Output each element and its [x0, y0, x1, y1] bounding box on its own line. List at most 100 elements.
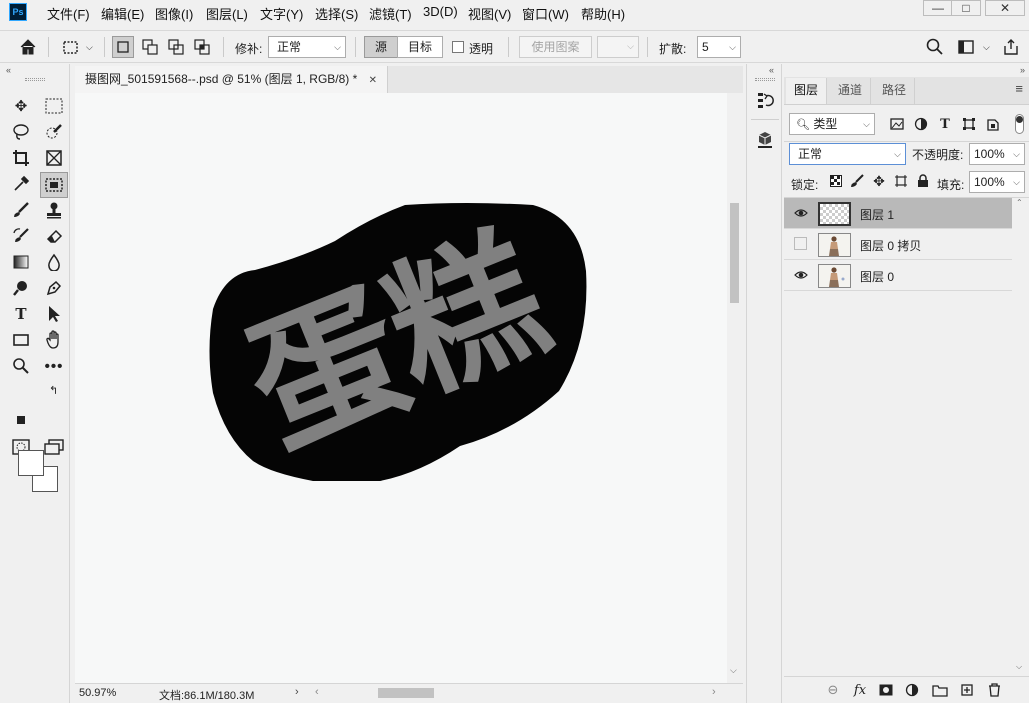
search-icon[interactable]: [924, 36, 946, 58]
link-layers-icon[interactable]: ⊖: [822, 679, 844, 701]
default-colors-icon[interactable]: [17, 416, 25, 424]
visibility-toggle-off[interactable]: [794, 237, 807, 250]
zoom-tool-icon[interactable]: [10, 355, 32, 377]
layer-row[interactable]: 图层 0 拷贝: [784, 229, 1012, 260]
visibility-eye-icon[interactable]: [794, 206, 808, 220]
chevron-down-icon[interactable]: ⌵: [983, 42, 990, 53]
fx-icon[interactable]: fx: [849, 679, 871, 701]
patch-tool-icon[interactable]: [40, 172, 68, 198]
intersect-selection-icon[interactable]: [191, 36, 213, 58]
lock-position-icon[interactable]: ✥: [868, 170, 890, 192]
add-selection-icon[interactable]: [139, 36, 161, 58]
document-tab[interactable]: 摄图网_501591568--.psd @ 51% (图层 1, RGB/8) …: [75, 66, 389, 93]
menu-view[interactable]: 视图(V): [468, 4, 511, 23]
grip-handle[interactable]: [25, 78, 45, 81]
zoom-level[interactable]: 50.97%: [79, 687, 116, 699]
lock-transparent-pixels-icon[interactable]: [825, 170, 847, 192]
filter-pixel-icon[interactable]: [886, 113, 908, 135]
filter-type-icon[interactable]: T: [934, 113, 956, 135]
history-panel-icon[interactable]: [754, 89, 776, 111]
3d-panel-icon[interactable]: [754, 128, 776, 150]
collapse-icon[interactable]: »: [1020, 65, 1025, 75]
grip-handle[interactable]: [755, 78, 775, 81]
lasso-tool-icon[interactable]: [10, 121, 32, 143]
filter-adjustment-icon[interactable]: [910, 113, 932, 135]
status-menu-arrow-icon[interactable]: ›: [295, 686, 299, 698]
rectangle-tool-icon[interactable]: [10, 329, 32, 351]
pattern-picker[interactable]: ⌵: [597, 36, 639, 58]
quick-selection-tool-icon[interactable]: [43, 121, 65, 143]
menu-filter[interactable]: 滤镜(T): [369, 4, 412, 23]
eraser-tool-icon[interactable]: [43, 225, 65, 247]
pen-tool-icon[interactable]: [43, 277, 65, 299]
move-tool-icon[interactable]: ✥: [10, 95, 32, 117]
more-tools-icon[interactable]: •••: [43, 355, 65, 377]
lock-all-icon[interactable]: [912, 170, 934, 192]
close-tab-icon[interactable]: ✕: [369, 75, 377, 86]
lock-image-pixels-icon[interactable]: [846, 170, 868, 192]
brush-tool-icon[interactable]: [10, 199, 32, 221]
menu-file[interactable]: 文件(F): [47, 4, 90, 23]
patch-tool-preset-icon[interactable]: [59, 36, 81, 58]
blur-tool-icon[interactable]: [43, 251, 65, 273]
scroll-down-icon[interactable]: ⌵: [1016, 662, 1022, 672]
filter-toggle-switch[interactable]: [1015, 114, 1024, 134]
close-button[interactable]: ✕: [985, 0, 1025, 16]
hand-tool-icon[interactable]: [43, 329, 65, 351]
new-layer-icon[interactable]: [956, 679, 978, 701]
dodge-tool-icon[interactable]: [10, 277, 32, 299]
spread-select[interactable]: 5 ⌵: [697, 36, 741, 58]
delete-layer-icon[interactable]: [983, 679, 1005, 701]
filter-kind-select[interactable]: 🔍︎ 类型 ⌵: [789, 113, 875, 135]
marquee-tool-icon[interactable]: [43, 95, 65, 117]
chevron-down-icon[interactable]: ⌵: [86, 42, 93, 53]
collapse-icon[interactable]: «: [769, 65, 774, 75]
swap-colors-icon[interactable]: ↰: [49, 384, 58, 397]
add-mask-icon[interactable]: [875, 679, 897, 701]
source-button[interactable]: 源: [364, 36, 398, 58]
scroll-left-icon[interactable]: ‹: [315, 686, 319, 698]
menu-image[interactable]: 图像(I): [155, 4, 193, 23]
layers-scrollbar[interactable]: ⌃ ⌵: [1013, 198, 1027, 678]
gradient-tool-icon[interactable]: [10, 251, 32, 273]
home-icon[interactable]: [17, 36, 39, 58]
minimize-button[interactable]: —: [923, 0, 953, 16]
opacity-input[interactable]: 100% ⌵: [969, 143, 1025, 165]
horizontal-scroll-thumb[interactable]: [378, 688, 434, 698]
vertical-scrollbar[interactable]: ⌵: [727, 93, 742, 683]
subtract-selection-icon[interactable]: [165, 36, 187, 58]
history-brush-tool-icon[interactable]: [10, 225, 32, 247]
menu-window[interactable]: 窗口(W): [522, 4, 569, 23]
new-group-icon[interactable]: [929, 679, 951, 701]
use-pattern-button[interactable]: 使用图案: [519, 36, 592, 58]
workspace-icon[interactable]: [955, 36, 977, 58]
menu-3d[interactable]: 3D(D): [423, 4, 458, 19]
menu-edit[interactable]: 编辑(E): [101, 4, 144, 23]
frame-tool-icon[interactable]: [43, 147, 65, 169]
lock-artboard-icon[interactable]: [890, 170, 912, 192]
type-tool-icon[interactable]: T: [10, 303, 32, 325]
collapse-icon[interactable]: «: [6, 65, 11, 75]
visibility-eye-icon[interactable]: [794, 268, 808, 282]
layer-row[interactable]: 图层 0: [784, 260, 1012, 291]
menu-select[interactable]: 选择(S): [315, 4, 358, 23]
fill-input[interactable]: 100% ⌵: [969, 171, 1025, 193]
crop-tool-icon[interactable]: [10, 147, 32, 169]
path-selection-tool-icon[interactable]: [43, 303, 65, 325]
eyedropper-tool-icon[interactable]: [10, 173, 32, 195]
maximize-button[interactable]: □: [951, 0, 981, 16]
tab-layers[interactable]: 图层: [786, 78, 828, 104]
scroll-down-icon[interactable]: ⌵: [730, 665, 737, 676]
scroll-up-icon[interactable]: ⌃: [1016, 198, 1023, 207]
panel-menu-icon[interactable]: ≡: [1015, 81, 1023, 96]
filter-shape-icon[interactable]: [958, 113, 980, 135]
blend-mode-select[interactable]: 正常 ⌵: [789, 143, 906, 165]
screen-mode-icon[interactable]: [43, 436, 65, 458]
target-button[interactable]: 目标: [397, 36, 443, 58]
document-canvas[interactable]: 蛋糕: [75, 93, 727, 683]
share-icon[interactable]: [1000, 36, 1022, 58]
vertical-scroll-thumb[interactable]: [730, 203, 739, 303]
tab-paths[interactable]: 路径: [874, 78, 916, 104]
menu-type[interactable]: 文字(Y): [260, 4, 303, 23]
adjustment-layer-icon[interactable]: [901, 679, 923, 701]
